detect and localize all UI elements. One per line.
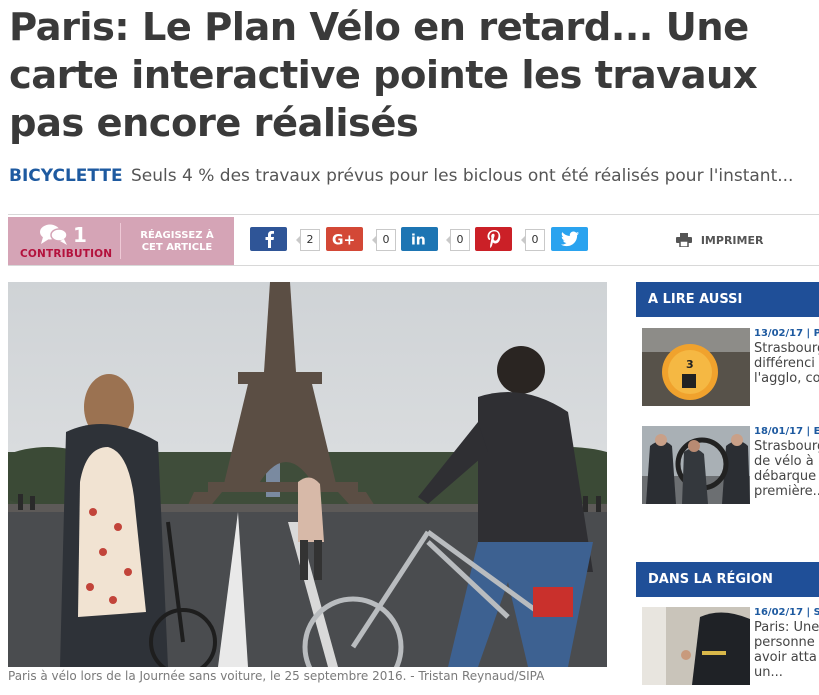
svg-text:3: 3 bbox=[686, 358, 694, 371]
linkedin-share-button[interactable]: in bbox=[401, 227, 438, 251]
svg-text:G+: G+ bbox=[332, 233, 355, 247]
related-article-meta: 18/01/17 | EC bbox=[754, 426, 819, 437]
region-article-meta: 16/02/17 | SO bbox=[754, 607, 819, 618]
photo-caption: Paris à vélo lors de la Journée sans voi… bbox=[8, 669, 545, 683]
printer-icon bbox=[676, 233, 701, 248]
lede-keyword-link[interactable]: BICYCLETTE bbox=[9, 166, 123, 186]
google-plus-share-button[interactable]: G+ bbox=[326, 227, 363, 251]
twitter-share-button[interactable] bbox=[551, 227, 588, 251]
region-header: DANS LA RÉGION bbox=[636, 562, 819, 597]
related-article-thumbnail[interactable] bbox=[642, 426, 750, 504]
region-article-item[interactable]: 16/02/17 | SO Paris: Une personne avoir … bbox=[636, 607, 819, 689]
react-link[interactable]: RÉAGISSEZ À CET ARTICLE bbox=[132, 230, 222, 254]
read-also-header: A LIRE AUSSI bbox=[636, 282, 819, 317]
print-button[interactable]: IMPRIMER bbox=[676, 233, 764, 248]
related-article-title[interactable]: Strasbourg: différenci l'agglo, co bbox=[754, 341, 819, 386]
google-plus-share-count: 0 bbox=[372, 229, 396, 251]
article-lede: BICYCLETTE Seuls 4 % des travaux prévus … bbox=[9, 164, 814, 188]
facebook-share-button[interactable] bbox=[250, 227, 287, 251]
related-article-item[interactable]: 3 13/02/17 | PO Strasbourg: différenci l… bbox=[636, 328, 819, 410]
pinterest-share-count: 0 bbox=[521, 229, 545, 251]
contribution-count: 1 bbox=[73, 223, 87, 247]
related-article-meta: 13/02/17 | PO bbox=[754, 328, 819, 339]
svg-text:in: in bbox=[411, 233, 426, 247]
article-title: Paris: Le Plan Vélo en retard... Une car… bbox=[9, 5, 758, 146]
speech-bubble-icon bbox=[39, 223, 69, 251]
related-article-thumbnail[interactable]: 3 bbox=[642, 328, 750, 406]
print-label: IMPRIMER bbox=[700, 234, 764, 247]
contribution-box[interactable]: 1 CONTRIBUTION RÉAGISSEZ À CET ARTICLE bbox=[8, 217, 234, 265]
lede-text: Seuls 4 % des travaux prévus pour les bi… bbox=[131, 166, 794, 186]
contribution-label: CONTRIBUTION bbox=[20, 248, 113, 260]
sidebar: A LIRE AUSSI 3 13/02/17 | PO Strasbourg:… bbox=[636, 282, 819, 695]
related-article-title[interactable]: Strasbourg de vélo à débarque première..… bbox=[754, 439, 819, 499]
article-photo bbox=[8, 282, 607, 667]
pinterest-share-button[interactable] bbox=[475, 227, 512, 251]
related-article-item[interactable]: 18/01/17 | EC Strasbourg de vélo à débar… bbox=[636, 426, 819, 508]
share-bar: 1 CONTRIBUTION RÉAGISSEZ À CET ARTICLE 2… bbox=[8, 214, 819, 266]
region-article-thumbnail[interactable] bbox=[642, 607, 750, 685]
facebook-share-count: 2 bbox=[296, 229, 320, 251]
contribution-divider bbox=[120, 223, 121, 259]
linkedin-share-count: 0 bbox=[446, 229, 470, 251]
region-article-title[interactable]: Paris: Une personne avoir atta un... bbox=[754, 620, 819, 680]
